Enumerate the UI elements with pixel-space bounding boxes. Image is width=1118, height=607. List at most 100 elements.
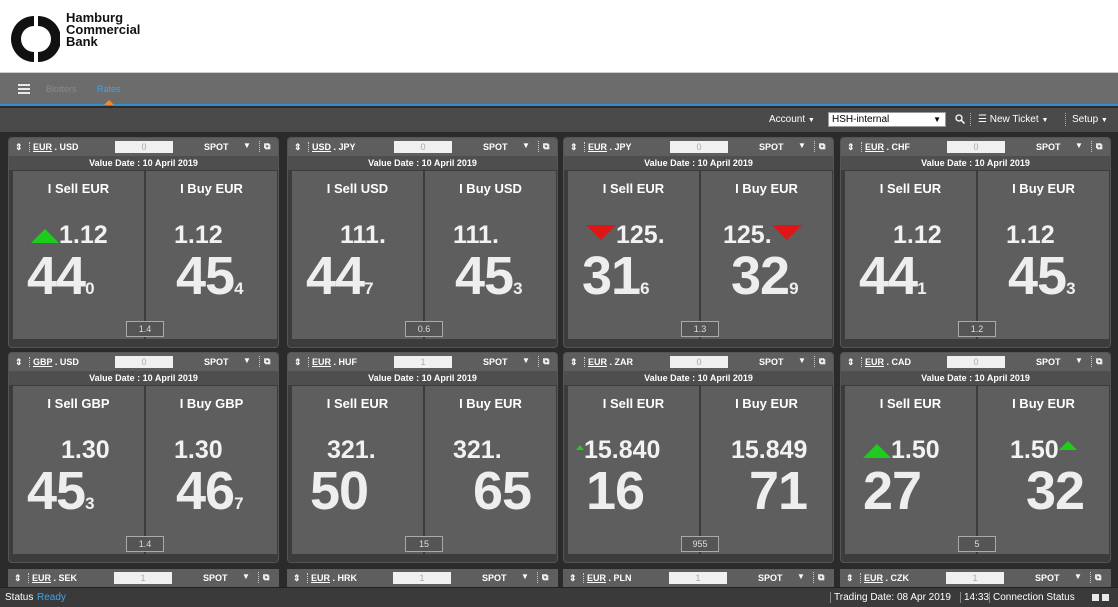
hamburger-menu-icon[interactable] (18, 84, 30, 94)
swap-arrows-icon[interactable]: ⇕ (294, 357, 302, 368)
swap-arrows-icon[interactable]: ⇕ (570, 357, 578, 368)
popout-icon[interactable]: ⧉ (538, 141, 549, 152)
currency-pair[interactable]: EUR . CZK (860, 573, 909, 583)
sell-button[interactable]: I Sell EUR 15.840 16 (568, 386, 699, 554)
buy-button[interactable]: I Buy EUR 125. 329 (701, 171, 832, 339)
popout-icon[interactable]: ⧉ (259, 356, 270, 367)
amount-input[interactable]: 0 (947, 141, 1005, 153)
currency-pair[interactable]: EUR . PLN (583, 573, 632, 583)
sell-button[interactable]: I Sell EUR 1.12 440 (13, 171, 144, 339)
swap-arrows-icon[interactable]: ⇕ (294, 142, 302, 153)
amount-input[interactable]: 0 (670, 356, 728, 368)
chevron-down-icon[interactable]: ▼ (797, 572, 805, 581)
tenor-label[interactable]: SPOT (203, 573, 228, 583)
sell-button[interactable]: I Sell EUR 1.12 441 (845, 171, 976, 339)
chevron-down-icon[interactable]: ▼ (798, 356, 806, 365)
base-currency[interactable]: USD (312, 142, 331, 152)
tenor-label[interactable]: SPOT (1036, 357, 1061, 367)
account-select[interactable]: HSH-internal ▼ (828, 112, 946, 127)
currency-pair[interactable]: EUR . ZAR (584, 357, 633, 367)
currency-pair[interactable]: EUR . SEK (28, 573, 77, 583)
popout-icon[interactable]: ⧉ (537, 572, 548, 583)
tenor-label[interactable]: SPOT (758, 573, 783, 583)
base-currency[interactable]: EUR (312, 357, 331, 367)
base-currency[interactable]: EUR (865, 357, 884, 367)
new-ticket-button[interactable]: ☰ New Ticket ▼ (978, 114, 1048, 125)
buy-button[interactable]: I Buy EUR 1.12 454 (146, 171, 277, 339)
popout-icon[interactable]: ⧉ (1090, 572, 1101, 583)
chevron-down-icon[interactable]: ▼ (1074, 572, 1082, 581)
swap-arrows-icon[interactable]: ⇕ (847, 142, 855, 153)
buy-button[interactable]: I Buy GBP 1.30 467 (146, 386, 277, 554)
sell-button[interactable]: I Sell EUR 1.50 27 (845, 386, 976, 554)
chevron-down-icon[interactable]: ▼ (522, 141, 530, 150)
buy-button[interactable]: I Buy EUR 1.50 32 (978, 386, 1109, 554)
setup-button[interactable]: Setup ▼ (1072, 114, 1108, 125)
amount-input[interactable]: 1 (393, 572, 451, 584)
tenor-label[interactable]: SPOT (1035, 573, 1060, 583)
chevron-down-icon[interactable]: ▼ (242, 572, 250, 581)
tab-blotters[interactable]: Blotters (46, 84, 77, 94)
base-currency[interactable]: EUR (587, 573, 606, 583)
swap-arrows-icon[interactable]: ⇕ (15, 357, 23, 368)
amount-input[interactable]: 0 (115, 356, 173, 368)
currency-pair[interactable]: EUR . USD (29, 142, 79, 152)
swap-arrows-icon[interactable]: ⇕ (14, 573, 22, 584)
base-currency[interactable]: EUR (588, 142, 607, 152)
tenor-label[interactable]: SPOT (759, 357, 784, 367)
popout-icon[interactable]: ⧉ (258, 572, 269, 583)
popout-icon[interactable]: ⧉ (1091, 356, 1102, 367)
base-currency[interactable]: EUR (588, 357, 607, 367)
chevron-down-icon[interactable]: ▼ (243, 141, 251, 150)
tenor-label[interactable]: SPOT (483, 357, 508, 367)
amount-input[interactable]: 1 (114, 572, 172, 584)
tenor-label[interactable]: SPOT (204, 142, 229, 152)
chevron-down-icon[interactable]: ▼ (1075, 356, 1083, 365)
popout-icon[interactable]: ⧉ (538, 356, 549, 367)
popout-icon[interactable]: ⧉ (1091, 141, 1102, 152)
popout-icon[interactable]: ⧉ (814, 141, 825, 152)
sell-button[interactable]: I Sell EUR 125. 316 (568, 171, 699, 339)
currency-pair[interactable]: GBP . USD (29, 357, 79, 367)
base-currency[interactable]: EUR (32, 573, 51, 583)
chevron-down-icon[interactable]: ▼ (243, 356, 251, 365)
currency-pair[interactable]: EUR . CHF (861, 142, 910, 152)
swap-arrows-icon[interactable]: ⇕ (569, 573, 577, 584)
buy-button[interactable]: I Buy EUR 15.849 71 (701, 386, 832, 554)
tenor-label[interactable]: SPOT (483, 142, 508, 152)
chevron-down-icon[interactable]: ▼ (798, 141, 806, 150)
base-currency[interactable]: EUR (865, 142, 884, 152)
base-currency[interactable]: EUR (33, 142, 52, 152)
currency-pair[interactable]: EUR . CAD (861, 357, 911, 367)
amount-input[interactable]: 1 (669, 572, 727, 584)
amount-input[interactable]: 0 (394, 141, 452, 153)
amount-input[interactable]: 0 (670, 141, 728, 153)
swap-arrows-icon[interactable]: ⇕ (293, 573, 301, 584)
swap-arrows-icon[interactable]: ⇕ (846, 573, 854, 584)
popout-icon[interactable]: ⧉ (813, 572, 824, 583)
popout-icon[interactable]: ⧉ (814, 356, 825, 367)
chevron-down-icon[interactable]: ▼ (1075, 141, 1083, 150)
tenor-label[interactable]: SPOT (759, 142, 784, 152)
sell-button[interactable]: I Sell GBP 1.30 453 (13, 386, 144, 554)
sell-button[interactable]: I Sell EUR 321. 50 (292, 386, 423, 554)
amount-input[interactable]: 0 (115, 141, 173, 153)
base-currency[interactable]: EUR (311, 573, 330, 583)
currency-pair[interactable]: EUR . HRK (307, 573, 357, 583)
swap-arrows-icon[interactable]: ⇕ (847, 357, 855, 368)
amount-input[interactable]: 0 (947, 356, 1005, 368)
tenor-label[interactable]: SPOT (204, 357, 229, 367)
amount-input[interactable]: 1 (946, 572, 1004, 584)
amount-input[interactable]: 1 (394, 356, 452, 368)
buy-button[interactable]: I Buy EUR 1.12 453 (978, 171, 1109, 339)
currency-pair[interactable]: USD . JPY (308, 142, 356, 152)
base-currency[interactable]: EUR (864, 573, 883, 583)
currency-pair[interactable]: EUR . HUF (308, 357, 357, 367)
swap-arrows-icon[interactable]: ⇕ (15, 142, 23, 153)
swap-arrows-icon[interactable]: ⇕ (570, 142, 578, 153)
popout-icon[interactable]: ⧉ (259, 141, 270, 152)
base-currency[interactable]: GBP (33, 357, 52, 367)
tenor-label[interactable]: SPOT (1036, 142, 1061, 152)
search-icon[interactable] (955, 114, 966, 127)
sell-button[interactable]: I Sell USD 111. 447 (292, 171, 423, 339)
